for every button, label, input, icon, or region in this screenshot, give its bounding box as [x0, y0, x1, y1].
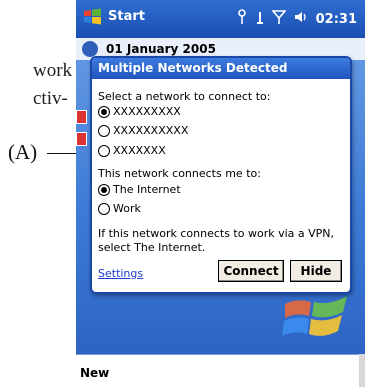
side-icons — [76, 110, 87, 154]
manual-text-line: ctiv- — [33, 88, 68, 109]
scrollbar[interactable] — [359, 354, 365, 387]
vpn-info-line: select The Internet. — [98, 241, 206, 254]
softkey-bar: New — [76, 354, 365, 387]
radio-button[interactable] — [98, 144, 110, 157]
multiple-networks-dialog: Multiple Networks Detected Select a netw… — [90, 56, 352, 294]
connects-me-to-prompt: This network connects me to: — [98, 167, 261, 180]
hide-button[interactable]: Hide — [290, 260, 342, 282]
network-label: XXXXXXX — [113, 144, 166, 157]
signal-icon[interactable] — [270, 9, 287, 29]
network-label: XXXXXXXXX — [113, 105, 181, 118]
windows-flag-icon[interactable] — [82, 6, 104, 28]
device-screen: Start 02:31 01 January 2005 Multiple Net… — [76, 0, 365, 387]
vpn-info-line: If this network connects to work via a V… — [98, 227, 335, 240]
network-label: XXXXXXXXXX — [113, 124, 189, 137]
destination-work[interactable]: Work — [98, 202, 141, 215]
network-option-2[interactable]: XXXXXXXXXX — [98, 124, 188, 137]
connectivity-icon[interactable] — [236, 9, 248, 29]
clock-icon — [82, 41, 98, 57]
status-icons: 02:31 — [236, 9, 357, 29]
dialog-title: Multiple Networks Detected — [92, 58, 350, 79]
connect-button[interactable]: Connect — [218, 260, 284, 282]
destination-internet[interactable]: The Internet — [98, 183, 181, 196]
select-network-prompt: Select a network to connect to: — [98, 90, 271, 103]
manual-text-line: work — [33, 60, 73, 81]
today-date: 01 January 2005 — [106, 42, 216, 56]
today-item-icon — [76, 110, 87, 124]
new-softkey[interactable]: New — [80, 366, 109, 380]
radio-button[interactable] — [98, 183, 110, 196]
title-bar: Start 02:31 — [76, 0, 365, 38]
settings-link[interactable]: Settings — [98, 267, 143, 280]
radio-button[interactable] — [98, 124, 110, 137]
sync-icon[interactable] — [256, 9, 264, 29]
network-option-3[interactable]: XXXXXXX — [98, 144, 166, 157]
radio-button[interactable] — [98, 105, 110, 118]
today-item-icon — [76, 132, 87, 146]
network-option-1[interactable]: XXXXXXXXX — [98, 105, 181, 118]
callout-label: (A) — [8, 140, 38, 164]
destination-label: Work — [113, 202, 141, 215]
volume-icon[interactable] — [294, 10, 308, 28]
clock-time[interactable]: 02:31 — [316, 12, 357, 27]
radio-button[interactable] — [98, 202, 110, 215]
windows-logo-wallpaper-icon — [282, 296, 347, 336]
destination-label: The Internet — [113, 183, 181, 196]
start-menu-label[interactable]: Start — [108, 9, 145, 24]
